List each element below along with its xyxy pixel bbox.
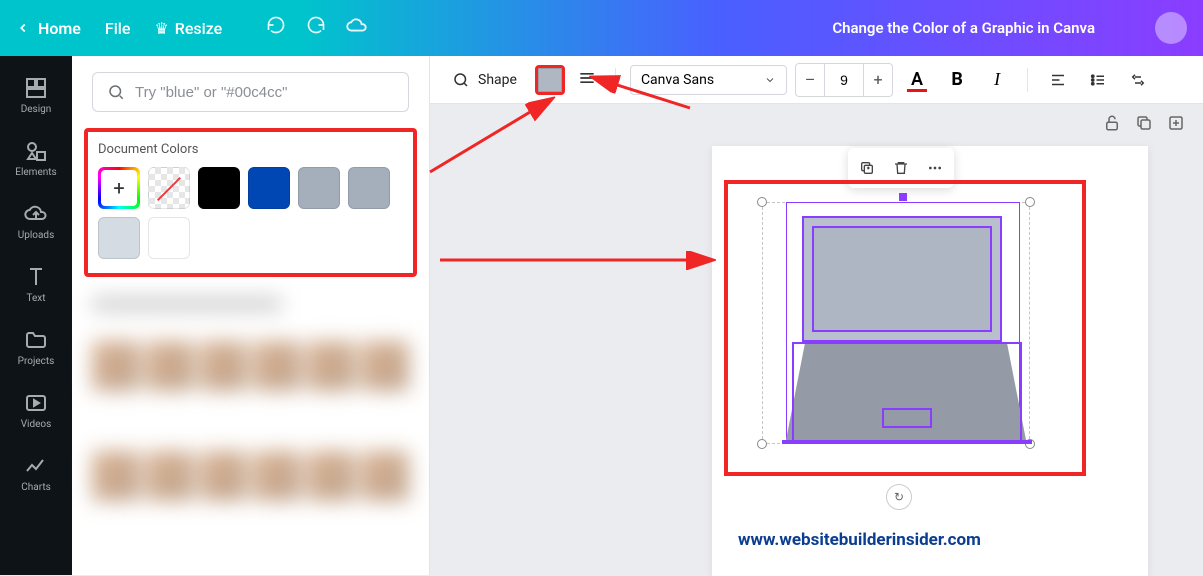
lock-icon[interactable] [1103,114,1121,136]
transparent-swatch[interactable] [148,167,190,209]
add-color-swatch[interactable] [98,167,140,209]
chevron-left-icon [16,21,30,35]
fill-color-swatch[interactable] [535,65,565,95]
font-size-increase[interactable]: + [864,64,892,96]
blue-swatch[interactable] [248,167,290,209]
home-button[interactable]: Home [16,19,81,38]
avatar[interactable] [1155,12,1187,44]
undo-icon[interactable] [266,15,286,41]
spacing-button[interactable] [1122,64,1154,96]
add-page-icon[interactable] [1167,114,1185,136]
top-icons [266,15,368,41]
list-button[interactable] [1082,64,1114,96]
text-color-button[interactable]: A [901,64,933,96]
bold-button[interactable]: B [941,64,973,96]
sync-badge[interactable]: ↻ [886,484,912,510]
laptop-graphic-selection[interactable] [762,202,1030,444]
shapes-icon [24,139,48,163]
nav-uploads[interactable]: Uploads [0,194,72,249]
nav-projects[interactable]: Projects [0,320,72,375]
blurred-content [72,277,429,575]
shape-button[interactable]: Shape [442,65,527,95]
font-select[interactable]: Canva Sans [630,65,787,95]
color-search[interactable] [92,72,409,112]
redo-icon[interactable] [306,15,326,41]
delete-button[interactable] [886,154,916,182]
crown-icon: ♛ [154,19,168,38]
search-input[interactable] [135,84,394,101]
italic-button[interactable]: I [981,64,1013,96]
file-menu[interactable]: File [105,19,131,38]
editor-toolbar: Shape Canva Sans – + A B I [430,56,1203,104]
text-icon [24,265,48,289]
font-size-group: – + [795,63,893,97]
top-bar: Home File ♛ Resize Change the Color of a… [0,0,1203,56]
chart-line-icon [24,454,48,478]
document-title[interactable]: Change the Color of a Graphic in Canva [832,19,1095,37]
top-left-group: Home File ♛ Resize [16,15,368,41]
nav-videos[interactable]: Videos [0,383,72,438]
resize-label: Resize [175,19,222,38]
font-size-input[interactable] [824,64,864,96]
nav-elements[interactable]: Elements [0,131,72,186]
chevron-down-icon [764,74,776,86]
cloud-upload-icon [24,202,48,226]
alignment-button[interactable] [1042,64,1074,96]
search-icon [107,83,125,101]
lightgrey-swatch[interactable] [98,217,140,259]
home-label: Home [38,19,81,38]
resize-menu[interactable]: ♛ Resize [154,19,222,38]
grey1-swatch[interactable] [298,167,340,209]
duplicate-button[interactable] [852,154,882,182]
canvas-page-actions [1103,114,1185,136]
side-panel: Document Colors [72,56,430,575]
border-style-button[interactable] [573,64,601,96]
more-button[interactable] [920,154,950,182]
play-icon [24,391,48,415]
nav-rail: Design Elements Uploads Text Projects Vi… [0,56,72,575]
nav-text[interactable]: Text [0,257,72,312]
black-swatch[interactable] [198,167,240,209]
document-colors-box: Document Colors [84,128,417,277]
cloud-sync-icon[interactable] [346,15,368,41]
watermark: www.websitebuilderinsider.com [738,530,981,550]
canvas-area: ↻ www.websitebuilderinsider.com [430,56,1203,575]
doc-colors-title: Document Colors [98,142,403,157]
laptop-trackpad[interactable] [882,408,932,428]
laptop-screen[interactable] [802,216,1002,342]
duplicate-page-icon[interactable] [1135,114,1153,136]
grid-icon [24,76,48,100]
shape-circle-icon [452,71,470,89]
nav-design[interactable]: Design [0,68,72,123]
font-size-decrease[interactable]: – [796,64,824,96]
nav-charts[interactable]: Charts [0,446,72,501]
folder-icon [24,328,48,352]
grey2-swatch[interactable] [348,167,390,209]
white-swatch[interactable] [148,217,190,259]
